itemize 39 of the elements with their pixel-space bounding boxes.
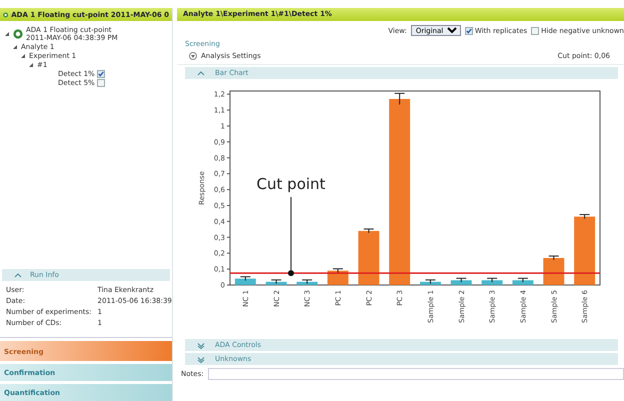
bar [234, 278, 256, 285]
error-bar [240, 276, 251, 282]
marker-dot [288, 270, 294, 276]
bar [296, 282, 318, 285]
error-bar [424, 279, 436, 284]
error-bar [548, 256, 560, 260]
expand-icon[interactable] [197, 356, 205, 362]
expander-icon[interactable] [20, 53, 26, 60]
bar [482, 280, 503, 285]
expander-icon[interactable] [12, 44, 18, 50]
bar [512, 280, 534, 285]
notes-field[interactable] [208, 368, 624, 380]
logo-icon [3, 10, 8, 20]
checkbox[interactable] [96, 79, 105, 88]
expand-icon[interactable] [197, 342, 205, 348]
checkbox[interactable] [96, 70, 105, 78]
error-bar [486, 278, 498, 283]
bar [358, 230, 380, 285]
expander-icon[interactable] [28, 62, 34, 68]
collapse-icon[interactable] [197, 70, 205, 76]
bar [450, 280, 472, 285]
error-bar [363, 228, 374, 234]
error-bar [579, 214, 590, 220]
checkbox[interactable] [464, 26, 473, 34]
logo-icon [13, 29, 23, 40]
error-bar [517, 278, 528, 283]
bar [266, 282, 287, 285]
error-bar [332, 268, 344, 274]
expander-icon[interactable] [4, 31, 10, 38]
checkbox[interactable] [531, 26, 540, 34]
bar [420, 282, 441, 285]
error-bar [456, 278, 467, 283]
error-bar [302, 279, 313, 284]
error-bar [394, 92, 406, 106]
callout-label: Cut point [256, 175, 326, 193]
expand-icon[interactable] [189, 52, 197, 60]
collapse-icon[interactable] [14, 272, 22, 278]
error-bar [270, 279, 282, 284]
bar [574, 216, 596, 285]
